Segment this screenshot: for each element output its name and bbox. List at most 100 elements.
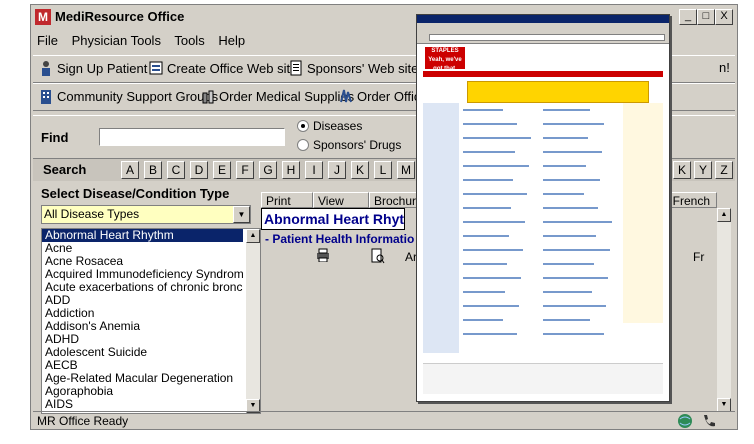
disease-list-item[interactable]: ADHD xyxy=(42,333,243,346)
staples-link-line[interactable] xyxy=(463,305,519,307)
browser-address-bar[interactable] xyxy=(429,34,665,41)
disease-type-select[interactable]: All Disease Types ▼ xyxy=(41,205,251,224)
sign-up-patient-button[interactable]: Sign Up Patient xyxy=(39,60,147,76)
staples-link-line[interactable] xyxy=(543,263,594,265)
staples-link-line[interactable] xyxy=(463,109,503,111)
letter-button-h[interactable]: H xyxy=(282,161,300,179)
letter-button-f[interactable]: F xyxy=(236,161,254,179)
letter-button-a[interactable]: A xyxy=(121,161,139,179)
staples-link-line[interactable] xyxy=(543,305,606,307)
staples-link-line[interactable] xyxy=(463,165,529,167)
staples-link-line[interactable] xyxy=(543,249,610,251)
diseases-radio[interactable]: Diseases xyxy=(297,119,362,133)
staples-link-line[interactable] xyxy=(463,151,515,153)
staples-link-line[interactable] xyxy=(543,291,592,293)
document-icon xyxy=(290,60,302,76)
maximize-button[interactable]: □ xyxy=(697,9,715,25)
staples-link-line[interactable] xyxy=(543,221,612,223)
staples-link-line[interactable] xyxy=(463,249,523,251)
staples-link-line[interactable] xyxy=(543,333,604,335)
staples-link-line[interactable] xyxy=(543,235,596,237)
column-view[interactable]: View xyxy=(313,192,369,208)
find-input[interactable] xyxy=(99,128,285,146)
staples-link-line[interactable] xyxy=(463,207,511,209)
disease-list-item[interactable]: Acne xyxy=(42,242,243,255)
disease-list-item[interactable]: Age-Related Macular Degeneration xyxy=(42,372,243,385)
staples-link-line[interactable] xyxy=(543,277,608,279)
order-office-supplies-button[interactable]: Order Office xyxy=(339,88,428,104)
disease-list-item[interactable]: Acute exacerbations of chronic bronchiti… xyxy=(42,281,243,294)
disease-list-item[interactable]: ADD xyxy=(42,294,243,307)
staples-link-line[interactable] xyxy=(543,193,584,195)
column-print[interactable]: Print xyxy=(261,192,313,208)
staples-link-line[interactable] xyxy=(543,123,604,125)
disease-list-item[interactable]: Addiction xyxy=(42,307,243,320)
menu-file[interactable]: File xyxy=(37,33,58,48)
staples-link-line[interactable] xyxy=(543,207,598,209)
sponsors-drugs-radio[interactable]: Sponsors' Drugs xyxy=(297,138,401,152)
disease-list-item[interactable]: AECB xyxy=(42,359,243,372)
staples-link-line[interactable] xyxy=(463,179,513,181)
disease-list-item[interactable]: Addison's Anemia xyxy=(42,320,243,333)
grid-scroll-up-icon[interactable]: ▲ xyxy=(717,208,731,222)
grid-scrollbar[interactable]: ▲ ▼ xyxy=(717,208,731,412)
letter-button-b[interactable]: B xyxy=(144,161,162,179)
menu-physician-tools[interactable]: Physician Tools xyxy=(72,33,161,48)
letter-button-g[interactable]: G xyxy=(259,161,277,179)
disease-list-item[interactable]: Agoraphobia xyxy=(42,385,243,398)
staples-link-line[interactable] xyxy=(463,193,527,195)
letter-button-i[interactable]: I xyxy=(305,161,323,179)
diseases-radio-label: Diseases xyxy=(313,119,363,133)
staples-link-line[interactable] xyxy=(463,263,507,265)
letter-button-j[interactable]: J xyxy=(328,161,346,179)
browser-toolbar xyxy=(417,23,669,44)
disease-list-item[interactable]: Adolescent Suicide xyxy=(42,346,243,359)
staples-link-line[interactable] xyxy=(463,319,503,321)
staples-link-line[interactable] xyxy=(463,123,517,125)
letter-button-c[interactable]: C xyxy=(167,161,185,179)
staples-link-line[interactable] xyxy=(463,221,525,223)
menu-help[interactable]: Help xyxy=(218,33,245,48)
community-support-groups-button[interactable]: Community Support Groups xyxy=(39,88,218,104)
staples-nav-bar[interactable] xyxy=(423,71,663,77)
printer-icon[interactable] xyxy=(315,248,331,262)
letter-button-right-y[interactable]: Y xyxy=(694,161,712,179)
staples-link-line[interactable] xyxy=(463,235,509,237)
staples-promo-banner[interactable] xyxy=(467,81,649,103)
letter-button-d[interactable]: D xyxy=(190,161,208,179)
letter-button-l[interactable]: L xyxy=(374,161,392,179)
view-document-icon[interactable] xyxy=(371,248,385,264)
staples-browser-window[interactable]: STAPLES Yeah, we've got that. xyxy=(416,14,670,402)
staples-link-line[interactable] xyxy=(543,165,586,167)
staples-link-line[interactable] xyxy=(463,333,517,335)
staples-link-line[interactable] xyxy=(463,137,531,139)
staples-link-line[interactable] xyxy=(543,151,602,153)
letter-button-k[interactable]: K xyxy=(351,161,369,179)
staples-link-line[interactable] xyxy=(463,277,521,279)
disease-list-item[interactable]: Acne Rosacea xyxy=(42,255,243,268)
letter-button-m[interactable]: M xyxy=(397,161,415,179)
create-office-website-button[interactable]: Create Office Web site xyxy=(149,60,297,76)
close-button[interactable]: X xyxy=(715,9,733,25)
minimize-button[interactable]: _ xyxy=(679,9,697,25)
order-medical-supplies-button[interactable]: Order Medical Supplies xyxy=(201,88,354,104)
staples-link-line[interactable] xyxy=(543,109,590,111)
letter-button-e[interactable]: E xyxy=(213,161,231,179)
chevron-down-icon[interactable]: ▼ xyxy=(233,206,250,223)
grid-scroll-down-icon[interactable]: ▼ xyxy=(717,398,731,412)
scroll-up-icon[interactable]: ▲ xyxy=(246,229,260,243)
staples-link-line[interactable] xyxy=(543,179,600,181)
disease-list-item[interactable]: AIDS xyxy=(42,398,243,411)
staples-logo[interactable]: STAPLES Yeah, we've got that. xyxy=(425,47,465,72)
disease-list[interactable]: Abnormal Heart Rhythm Acne Acne Rosacea Acq… xyxy=(41,228,261,414)
letter-button-right-k[interactable]: K xyxy=(673,161,691,179)
disease-list-scrollbar[interactable]: ▲ ▼ xyxy=(246,229,260,413)
disease-list-item[interactable]: Abnormal Heart Rhythm xyxy=(42,229,243,242)
sponsors-websites-button[interactable]: Sponsors' Web sites xyxy=(289,60,425,76)
disease-list-item[interactable]: Acquired Immunodeficiency Syndrome xyxy=(42,268,243,281)
letter-button-right-z[interactable]: Z xyxy=(715,161,733,179)
menu-tools[interactable]: Tools xyxy=(174,33,204,48)
staples-link-line[interactable] xyxy=(463,291,505,293)
staples-link-line[interactable] xyxy=(543,137,588,139)
staples-link-line[interactable] xyxy=(543,319,590,321)
